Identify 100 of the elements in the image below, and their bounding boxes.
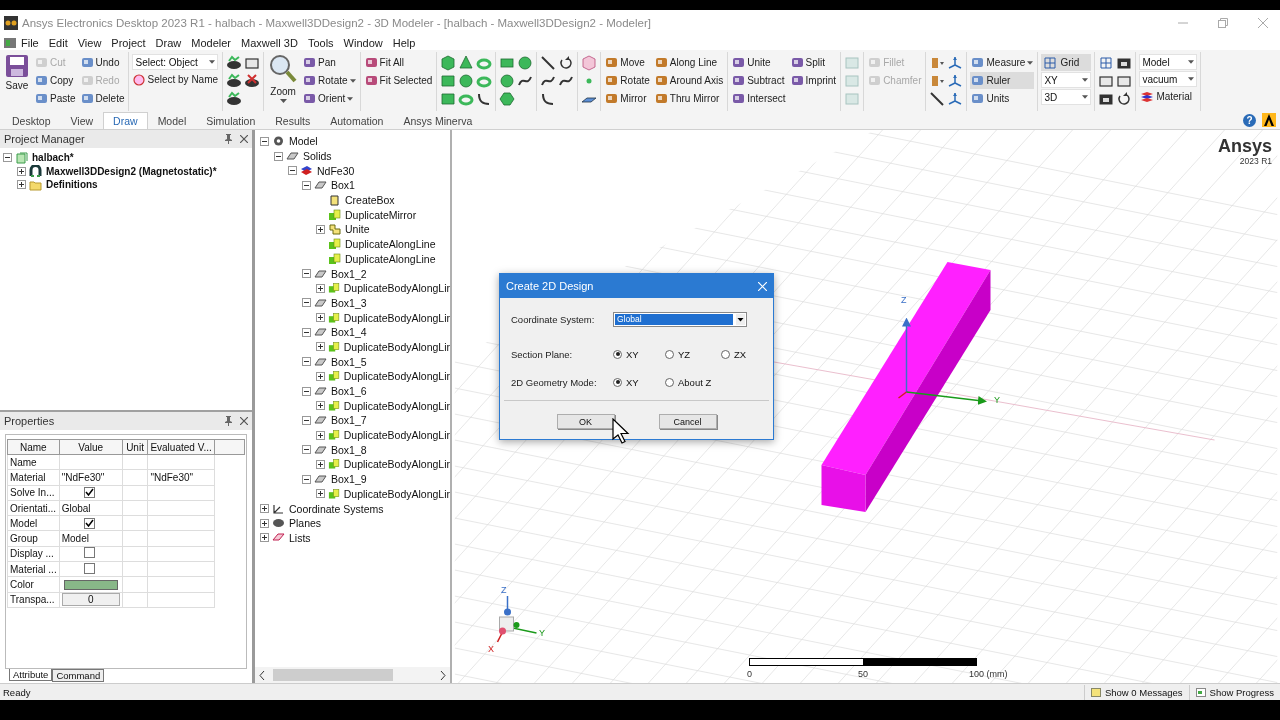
expand-icon[interactable] [17, 180, 26, 190]
tool-button[interactable]: Delete [79, 90, 126, 107]
color-swatch[interactable] [63, 579, 118, 590]
tool-button[interactable]: Imprint [789, 72, 838, 89]
ribbon-tab[interactable]: Results [265, 112, 321, 129]
box-icon[interactable] [1098, 91, 1115, 107]
tree-item[interactable]: DuplicateBodyAlongLir [341, 311, 450, 324]
tool-button[interactable]: Orient [302, 90, 357, 107]
tool-button[interactable]: Along Line [653, 54, 725, 71]
tool-button[interactable]: Measure [970, 54, 1035, 71]
tree-item[interactable]: DuplicateBodyAlongLir [341, 399, 450, 412]
tree-item[interactable]: Box1 [329, 179, 355, 192]
ribbon-tab[interactable]: Desktop [2, 112, 61, 129]
collapse-icon[interactable] [302, 269, 311, 279]
collapse-icon[interactable] [302, 180, 311, 190]
cylinder-icon[interactable] [440, 91, 457, 107]
radio-option[interactable]: ZX [721, 348, 771, 360]
cylinder-icon[interactable] [440, 73, 457, 89]
tool-button[interactable]: Unite [731, 54, 787, 71]
tool-button[interactable]: Units [970, 90, 1035, 107]
collapse-icon[interactable] [302, 445, 311, 455]
circle-icon[interactable] [517, 55, 534, 71]
collapse-icon[interactable] [260, 136, 269, 146]
checkbox[interactable] [83, 547, 95, 559]
collapse-icon[interactable] [302, 474, 311, 484]
select-dropdown[interactable]: Model [1139, 54, 1198, 70]
expand-icon[interactable] [260, 518, 269, 528]
tool-button[interactable]: Rotate [302, 72, 357, 89]
tree-item[interactable]: Box1_6 [329, 385, 367, 398]
menu-item[interactable]: Modeler [186, 36, 237, 49]
collapse-icon[interactable] [302, 386, 311, 396]
panel-tab[interactable]: Attribute [9, 669, 53, 681]
tree-item[interactable]: DuplicateBodyAlongLir [341, 282, 450, 295]
checkbox[interactable] [83, 517, 95, 529]
line-icon[interactable] [929, 91, 946, 107]
collapse-icon[interactable] [302, 415, 311, 425]
tool-button[interactable]: Select by Name [132, 71, 220, 88]
radio-option[interactable]: YZ [665, 348, 721, 360]
menu-item[interactable]: Maxwell 3D [236, 36, 303, 49]
ribbon-tab[interactable]: Automation [320, 112, 394, 129]
messages-button[interactable]: Show 0 Messages [1083, 684, 1189, 700]
close-icon[interactable] [240, 135, 248, 143]
select-dropdown[interactable]: XY [1041, 72, 1092, 88]
tree-item[interactable]: Unite [343, 223, 370, 236]
expand-icon[interactable] [316, 459, 325, 469]
value-field[interactable]: 0 [61, 593, 120, 607]
tool-button[interactable]: Move [604, 54, 651, 71]
tree-item[interactable]: Model [287, 135, 318, 148]
property-value[interactable] [59, 454, 123, 470]
pin-icon[interactable] [225, 134, 232, 144]
cancel-button[interactable]: Cancel [658, 414, 717, 429]
tree-item[interactable]: Box1_4 [329, 326, 367, 339]
tree-item[interactable]: Planes [287, 517, 322, 530]
tree-item[interactable]: halbach* [30, 152, 74, 164]
tool-button[interactable]: Pan [302, 54, 357, 71]
sphere-icon[interactable] [458, 73, 475, 89]
progress-button[interactable]: Show Progress [1188, 684, 1280, 700]
tool-button[interactable]: Material [1139, 88, 1198, 105]
close-icon[interactable] [240, 417, 248, 425]
box-icon[interactable] [1116, 55, 1133, 71]
ribbon-tab[interactable]: Ansys Minerva [393, 112, 483, 129]
tool-button[interactable]: Rotate [604, 72, 651, 89]
tree-item[interactable]: Box1_2 [329, 267, 367, 280]
snap-icon[interactable] [929, 55, 946, 71]
tree-item[interactable]: Box1_3 [329, 296, 367, 309]
tree-item[interactable]: Box1_8 [329, 443, 367, 456]
grid-icon[interactable] [1042, 54, 1059, 71]
rotate-icon[interactable] [558, 55, 575, 71]
axes-icon[interactable] [947, 91, 964, 107]
circle-icon[interactable] [499, 73, 516, 89]
select-dropdown[interactable]: 3D [1041, 89, 1092, 105]
pin-icon[interactable] [225, 416, 232, 426]
expand-icon[interactable] [316, 313, 325, 323]
property-value[interactable]: "NdFe30" [59, 469, 123, 486]
axes-icon[interactable] [947, 73, 964, 89]
collapse-icon[interactable] [3, 153, 12, 163]
menu-item[interactable]: Help [387, 36, 421, 49]
expand-icon[interactable] [260, 504, 269, 514]
menu-item[interactable]: View [72, 36, 107, 49]
tool-button[interactable]: Thru Mirror [653, 90, 725, 107]
tree-item[interactable]: Solids [301, 150, 332, 163]
panel-tab[interactable]: Command [52, 669, 105, 682]
tree-item[interactable]: Maxwell3DDesign2 (Magnetostatic)* [44, 165, 217, 177]
tree-item[interactable]: CreateBox [343, 194, 395, 207]
select-dropdown[interactable]: Select: Object [132, 54, 219, 70]
collapse-icon[interactable] [302, 327, 311, 337]
radio-option[interactable]: About Z [665, 376, 721, 388]
tool-button[interactable]: Undo [79, 54, 126, 71]
menu-item[interactable]: Project [106, 36, 151, 49]
tool-button[interactable]: Intersect [731, 90, 787, 107]
property-value[interactable]: Model [59, 531, 123, 547]
tree-item[interactable]: Box1_5 [329, 355, 367, 368]
tool-button[interactable]: Ruler [970, 72, 1035, 89]
tree-item[interactable]: DuplicateBodyAlongLir [341, 340, 450, 353]
ribbon-tab[interactable]: Model [147, 112, 197, 129]
scroll-right-icon[interactable] [440, 670, 446, 680]
tree-item[interactable]: DuplicateAlongLine [343, 238, 436, 251]
tree-item[interactable]: Coordinate Systems [287, 502, 384, 515]
expand-icon[interactable] [316, 371, 325, 381]
expand-icon[interactable] [316, 430, 325, 440]
